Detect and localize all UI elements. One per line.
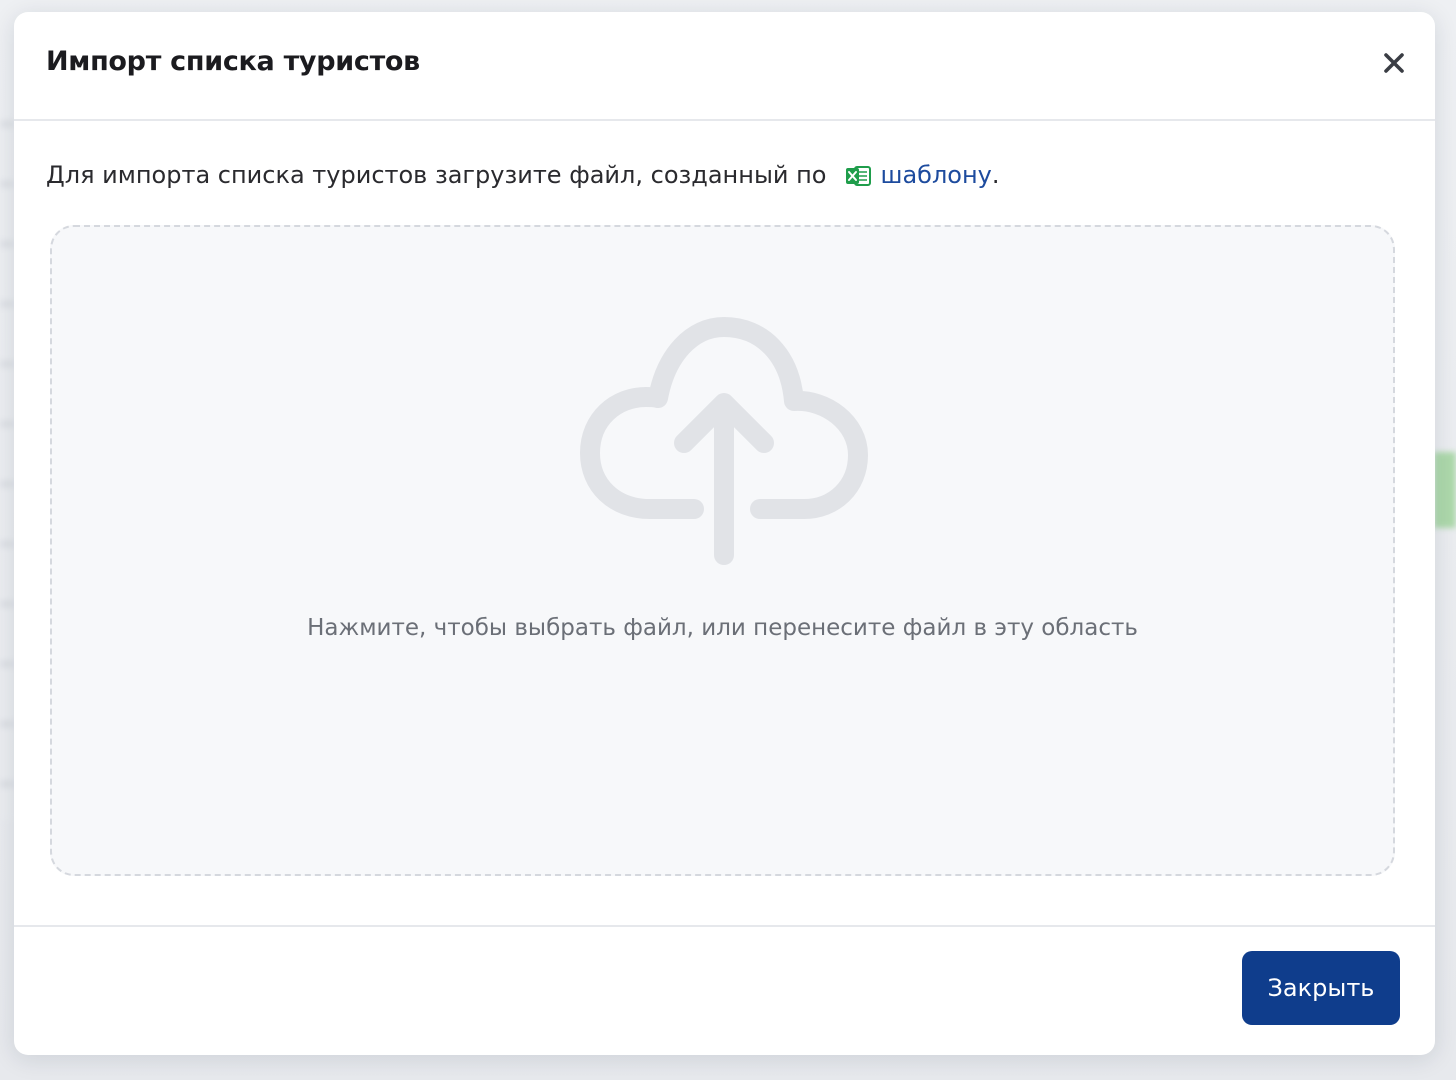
- close-button[interactable]: Закрыть: [1242, 951, 1400, 1025]
- dropzone-hint: Нажмите, чтобы выбрать файл, или перенес…: [307, 615, 1138, 641]
- modal-title: Импорт списка туристов: [46, 46, 420, 77]
- template-link[interactable]: шаблону: [881, 161, 992, 189]
- modal-footer: Закрыть: [14, 925, 1435, 1055]
- intro-text: Для импорта списка туристов загрузите фа…: [46, 161, 827, 189]
- intro-trailing: .: [991, 161, 1000, 189]
- file-dropzone[interactable]: Нажмите, чтобы выбрать файл, или перенес…: [50, 225, 1395, 876]
- close-icon[interactable]: [1379, 48, 1409, 78]
- backdrop-accent: [1434, 452, 1456, 528]
- intro-line: Для импорта списка туристов загрузите фа…: [46, 161, 1000, 189]
- modal-header: Импорт списка туристов: [14, 12, 1435, 121]
- backdrop-left-strip: [0, 120, 14, 820]
- cloud-upload-icon: [580, 317, 868, 565]
- modal-body: Для импорта списка туристов загрузите фа…: [14, 121, 1435, 927]
- excel-file-icon: [845, 165, 871, 187]
- import-modal: Импорт списка туристов Для импорта списк…: [14, 12, 1435, 1055]
